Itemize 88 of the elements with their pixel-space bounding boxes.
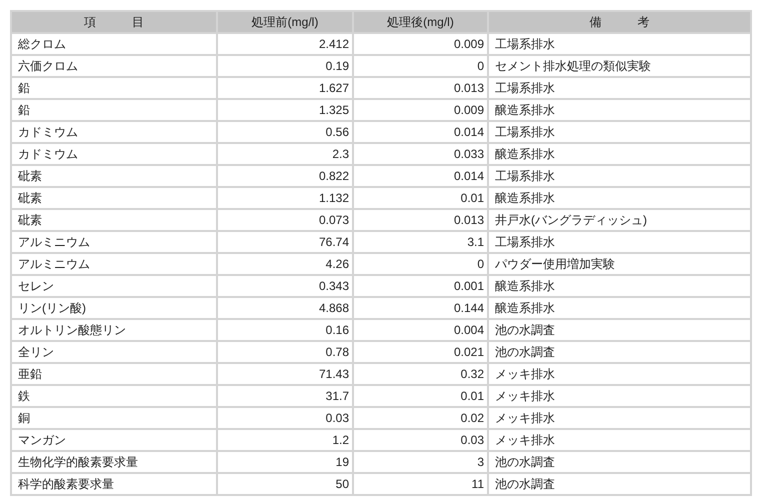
table-cell: 0.32 (353, 363, 488, 385)
table-cell: 砒素 (11, 187, 217, 209)
table-cell: カドミウム (11, 143, 217, 165)
table-cell: 0.02 (353, 407, 488, 429)
table-cell: 醸造系排水 (488, 275, 751, 297)
table-cell: 砒素 (11, 165, 217, 187)
table-cell: パウダー使用増加実験 (488, 253, 751, 275)
table-cell: 鉄 (11, 385, 217, 407)
table-cell: 醸造系排水 (488, 297, 751, 319)
table-cell: 19 (217, 451, 353, 473)
table-cell: 1.132 (217, 187, 353, 209)
table-cell: 醸造系排水 (488, 99, 751, 121)
table-cell: 0.78 (217, 341, 353, 363)
table-cell: 4.868 (217, 297, 353, 319)
table-cell: 2.412 (217, 33, 353, 55)
table-cell: カドミウム (11, 121, 217, 143)
table-cell: 0.343 (217, 275, 353, 297)
table-cell: 総クロム (11, 33, 217, 55)
table-cell: 鉛 (11, 77, 217, 99)
table-cell: 0.03 (353, 429, 488, 451)
table-cell: 醸造系排水 (488, 143, 751, 165)
table-cell: 銅 (11, 407, 217, 429)
table-cell: 3.1 (353, 231, 488, 253)
table-cell: 工場系排水 (488, 231, 751, 253)
table-cell: 工場系排水 (488, 121, 751, 143)
table-cell: 0.009 (353, 33, 488, 55)
table-cell: 0.01 (353, 187, 488, 209)
table-cell: アルミニウム (11, 231, 217, 253)
table-cell: 0.001 (353, 275, 488, 297)
table-cell: 0.014 (353, 121, 488, 143)
table-cell: 鉛 (11, 99, 217, 121)
table-cell: 工場系排水 (488, 33, 751, 55)
table-cell: 50 (217, 473, 353, 495)
table-cell: 0.004 (353, 319, 488, 341)
table-cell: 1.325 (217, 99, 353, 121)
table-cell: 0.03 (217, 407, 353, 429)
table-cell: セレン (11, 275, 217, 297)
table-cell: 2.3 (217, 143, 353, 165)
table-cell: 0.013 (353, 77, 488, 99)
table-cell: 0.56 (217, 121, 353, 143)
table-cell: 31.7 (217, 385, 353, 407)
table-cell: 0.073 (217, 209, 353, 231)
table-cell: 0.009 (353, 99, 488, 121)
table-cell: セメント排水処理の類似実験 (488, 55, 751, 77)
table-cell: 醸造系排水 (488, 187, 751, 209)
table-cell: 池の水調査 (488, 451, 751, 473)
table-cell: メッキ排水 (488, 407, 751, 429)
table-cell: 六価クロム (11, 55, 217, 77)
table-cell: 砒素 (11, 209, 217, 231)
table-cell: 0.01 (353, 385, 488, 407)
table-cell: 池の水調査 (488, 473, 751, 495)
column-header: 処理後(mg/l) (353, 11, 488, 33)
table-cell: 0.19 (217, 55, 353, 77)
column-header: 項 目 (11, 11, 217, 33)
table-cell: メッキ排水 (488, 385, 751, 407)
table-cell: メッキ排水 (488, 429, 751, 451)
table-cell: 76.74 (217, 231, 353, 253)
table-cell: 生物化学的酸素要求量 (11, 451, 217, 473)
table-cell: 0.014 (353, 165, 488, 187)
table-cell: リン(リン酸) (11, 297, 217, 319)
table-cell: 11 (353, 473, 488, 495)
table-cell: 0 (353, 253, 488, 275)
table-cell: 井戸水(バングラディッシュ) (488, 209, 751, 231)
table-cell: 0.021 (353, 341, 488, 363)
table-cell: アルミニウム (11, 253, 217, 275)
table-cell: 池の水調査 (488, 319, 751, 341)
table-cell: 科学的酸素要求量 (11, 473, 217, 495)
table-cell: 1.2 (217, 429, 353, 451)
table-cell: 工場系排水 (488, 165, 751, 187)
table-cell: 71.43 (217, 363, 353, 385)
column-header: 備 考 (488, 11, 751, 33)
table-cell: 全リン (11, 341, 217, 363)
column-header: 処理前(mg/l) (217, 11, 353, 33)
table-cell: 0.013 (353, 209, 488, 231)
table-cell: 0 (353, 55, 488, 77)
table-cell: マンガン (11, 429, 217, 451)
table-cell: 0.033 (353, 143, 488, 165)
table-cell: 3 (353, 451, 488, 473)
table-cell: 池の水調査 (488, 341, 751, 363)
table-cell: メッキ排水 (488, 363, 751, 385)
table-cell: 0.144 (353, 297, 488, 319)
table-cell: 工場系排水 (488, 77, 751, 99)
table-cell: 0.822 (217, 165, 353, 187)
table-cell: 0.16 (217, 319, 353, 341)
table-cell: 亜鉛 (11, 363, 217, 385)
table-cell: 4.26 (217, 253, 353, 275)
table-cell: オルトリン酸態リン (11, 319, 217, 341)
table-cell: 1.627 (217, 77, 353, 99)
